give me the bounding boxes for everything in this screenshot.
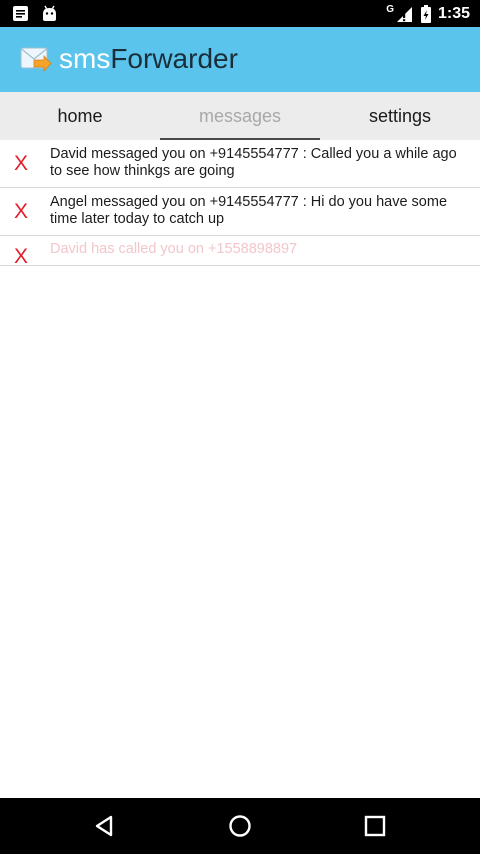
tab-bar: home messages settings — [0, 92, 480, 140]
signal-icon — [396, 6, 412, 22]
tab-settings-label: settings — [368, 105, 432, 126]
message-text: David has called you on +1558898897 — [50, 241, 298, 257]
message-text: David messaged you on +9145554777 : Call… — [50, 146, 457, 179]
delete-message-button[interactable]: X — [14, 200, 28, 224]
tab-home-label: home — [57, 105, 103, 126]
app-bar: smsForwarder — [0, 27, 480, 92]
app-title: smsForwarder — [59, 42, 238, 76]
screen: G 1:35 smsForwarder home messages settin… — [0, 0, 480, 854]
list-item: X David messaged you on +9145554777 : Ca… — [0, 140, 480, 188]
tab-messages-label: messages — [198, 105, 282, 126]
app-title-forwarder: Forwarder — [110, 43, 238, 74]
tab-settings[interactable]: settings — [320, 92, 480, 140]
nav-bar — [0, 798, 480, 854]
mail-forward-icon — [20, 47, 52, 73]
battery-icon — [420, 4, 431, 23]
list-item: X David has called you on +1558898897 — [0, 236, 480, 269]
message-list: X David messaged you on +9145554777 : Ca… — [0, 140, 480, 269]
status-bar-left — [12, 5, 58, 22]
android-debug-icon — [43, 5, 56, 21]
notification-icon — [13, 6, 28, 21]
home-icon[interactable] — [226, 812, 254, 840]
status-bar-right: G 1:35 — [386, 0, 470, 27]
status-time: 1:35 — [437, 4, 470, 22]
delete-message-button[interactable]: X — [14, 152, 28, 176]
tab-home[interactable]: home — [0, 92, 160, 140]
network-type-label: G — [386, 4, 394, 15]
message-text: Angel messaged you on +9145554777 : Hi d… — [50, 194, 448, 227]
app-title-sms: sms — [59, 43, 111, 74]
status-bar: G 1:35 — [0, 0, 480, 27]
recents-icon[interactable] — [361, 812, 389, 840]
back-icon[interactable] — [91, 812, 119, 840]
delete-message-button[interactable]: X — [14, 245, 28, 269]
list-item: X Angel messaged you on +9145554777 : Hi… — [0, 188, 480, 236]
tab-messages[interactable]: messages — [160, 92, 320, 140]
